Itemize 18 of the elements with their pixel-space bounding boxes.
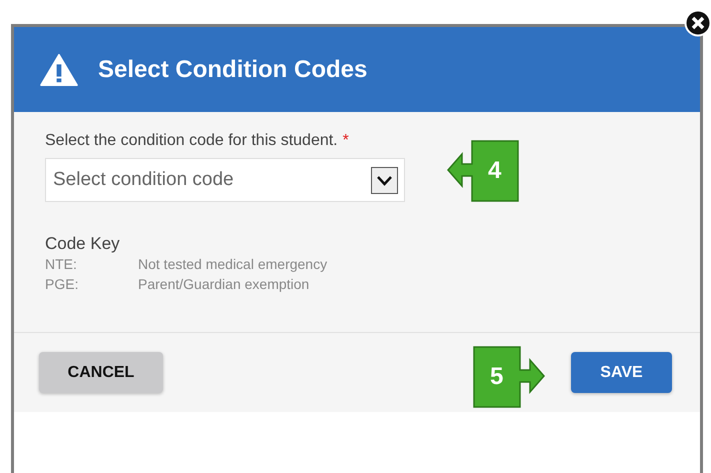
code-description: Not tested medical emergency	[138, 255, 328, 274]
step-callout	[447, 140, 519, 202]
code-abbreviation: NTE:	[45, 255, 78, 274]
code-key-heading: Code Key	[45, 234, 121, 254]
field-label: Select the condition code for this student.	[45, 132, 338, 150]
cancel-button[interactable]: CANCEL	[39, 352, 163, 393]
step-callout	[473, 346, 545, 408]
close-icon[interactable]	[684, 9, 711, 37]
code-description: Parent/Guardian exemption	[138, 275, 310, 294]
step-number: 4	[488, 157, 502, 185]
dialog-title: Select Condition Codes	[98, 56, 368, 84]
code-abbreviation: PGE:	[45, 275, 80, 294]
step-number: 5	[490, 363, 504, 391]
warning-icon	[40, 54, 78, 86]
required-mark: *	[342, 132, 349, 150]
condition-code-dropdown[interactable]: Select condition code	[45, 158, 405, 202]
save-button[interactable]: SAVE	[571, 352, 672, 393]
chevron-down-icon	[371, 166, 398, 194]
